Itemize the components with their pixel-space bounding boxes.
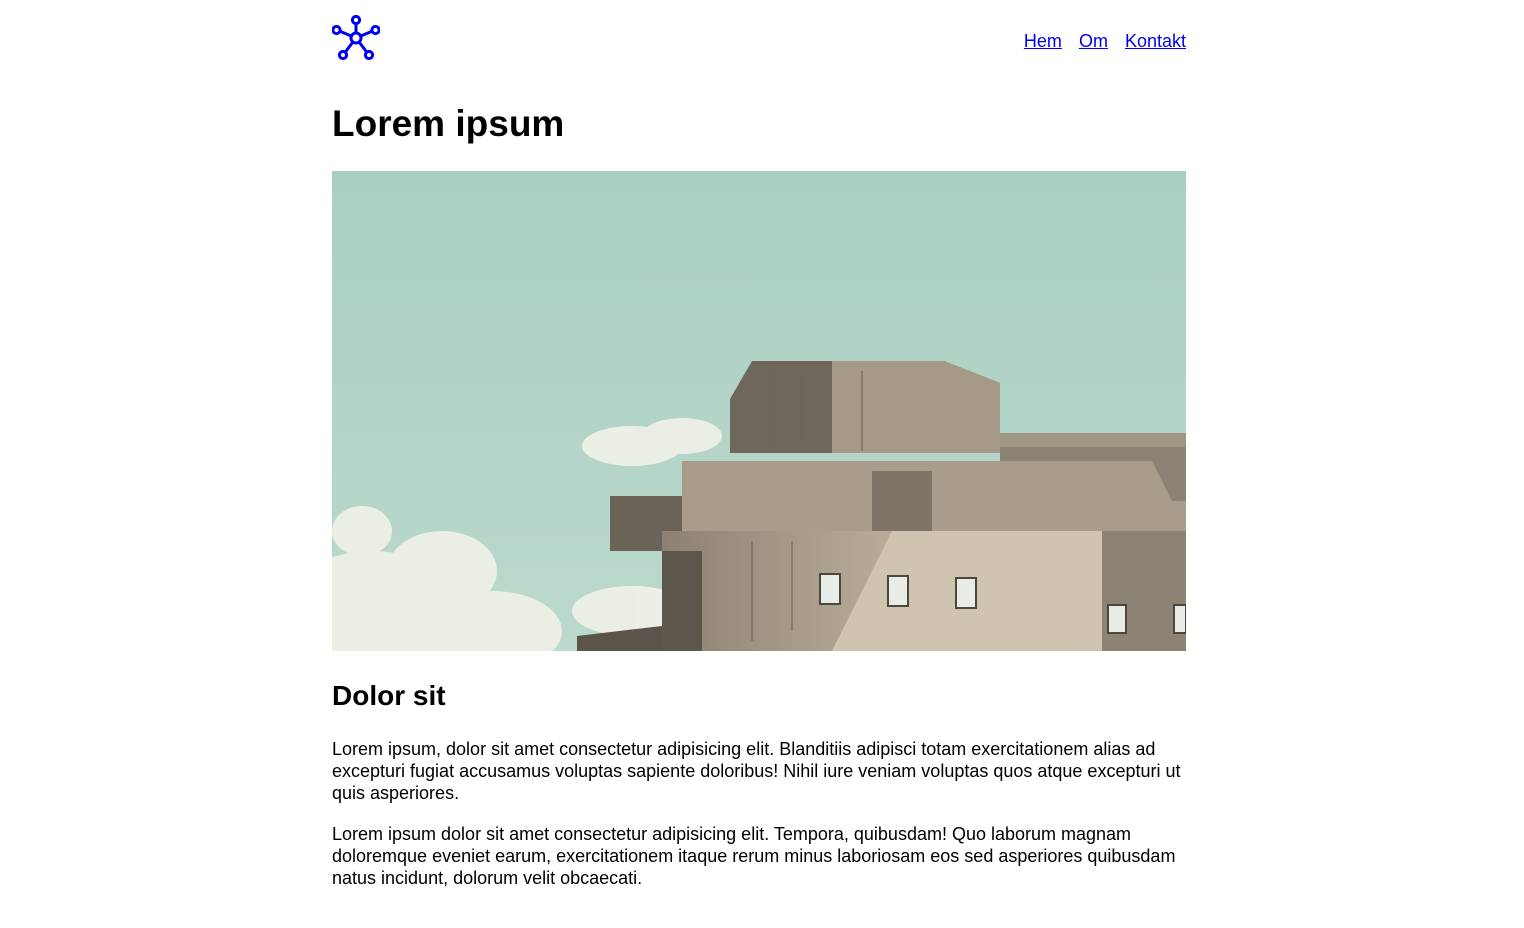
hero-image: [332, 171, 1186, 651]
paragraph-1: Lorem ipsum, dolor sit amet consectetur …: [332, 739, 1181, 803]
page-container: Hem Om Kontakt Lorem ipsum Dolor sit Lor…: [332, 0, 1186, 889]
nav-link-hem[interactable]: Hem: [1024, 31, 1062, 51]
paragraph-2: Lorem ipsum dolor sit amet consectetur a…: [332, 824, 1176, 888]
page-title: Lorem ipsum: [332, 103, 565, 144]
logo-network-icon[interactable]: [332, 15, 380, 61]
section-heading: Dolor sit: [332, 680, 446, 711]
nav-link-om[interactable]: Om: [1079, 31, 1108, 51]
main-nav: Hem Om Kontakt: [1012, 31, 1186, 51]
nav-link-kontakt[interactable]: Kontakt: [1125, 31, 1186, 51]
site-header: Hem Om Kontakt: [332, 0, 1186, 82]
